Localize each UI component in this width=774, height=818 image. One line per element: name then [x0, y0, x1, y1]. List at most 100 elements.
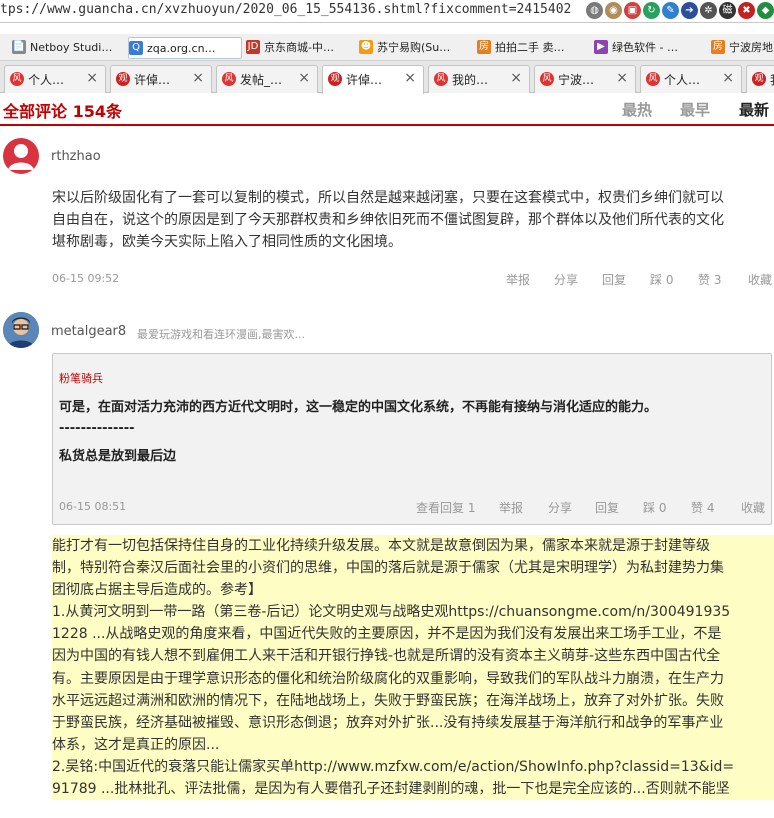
comment-line: 堪称剧毒，欧美今天实际上陷入了相同性质的文化困境。	[52, 234, 402, 250]
upvote-link[interactable]: 赞 4	[691, 499, 714, 516]
close-tab-icon[interactable]: ×	[298, 70, 310, 86]
magnet-label[interactable]: 磁	[719, 2, 736, 19]
bookmark-favicon-icon: ☻	[359, 40, 373, 54]
share-link[interactable]: 分享	[554, 271, 578, 288]
comments-title: 全部评论 154条	[3, 102, 122, 121]
bookmark-label: 京东商城-中…	[264, 41, 334, 54]
browser-tab[interactable]: 风个人… ×	[640, 65, 742, 93]
close-tab-icon[interactable]: ×	[510, 70, 522, 86]
sort-new-tab[interactable]: 最新	[739, 99, 769, 120]
favorite-link[interactable]: 收藏	[748, 271, 772, 288]
tab-label: 个人…	[28, 73, 65, 87]
comment-body: 宋以后阶级固化有了一套可以复制的模式，所以自然是越来越闭塞，只要在这套模式中，权…	[52, 187, 724, 253]
comment-line: 有。主要原因是由于理学意识形态的僵化和统治阶级腐化的双重影响，导致我们的军队战斗…	[52, 670, 724, 687]
gear-icon[interactable]: ✲	[700, 2, 717, 19]
comment-line: 体系，这才是真正的原因...	[52, 736, 220, 753]
avatar[interactable]	[3, 138, 39, 174]
forward-icon[interactable]: ➔	[681, 2, 698, 19]
tab-label: 许倬…	[346, 73, 383, 87]
app-icon[interactable]: ▣	[624, 2, 641, 19]
comment-username[interactable]: metalgear8	[51, 324, 126, 339]
address-bar[interactable]: tps://www.guancha.cn/xvzhuoyun/2020_06_1…	[0, 0, 774, 23]
comment-line: 91789 ...批林批孔、评法批儒，是因为有人要借孔子还封建剥削的魂，批一下也…	[52, 781, 730, 798]
tab-favicon-icon: 风	[434, 72, 448, 86]
tab-label: 我的…	[452, 73, 489, 87]
browser-tab[interactable]: 观许倬… ×	[322, 65, 424, 94]
browser-tab[interactable]: 风个人… ×	[4, 65, 106, 93]
tab-favicon-icon: 观	[328, 72, 342, 86]
share-icon[interactable]: ✎	[662, 2, 679, 19]
close-tab-icon[interactable]: ×	[616, 70, 628, 86]
comment-line: 1.从黄河文明到一带一路（第三卷-后记）论文明史观与战略史观https://ch…	[52, 604, 731, 621]
bookmark-item[interactable]: ▶ 绿色软件 - …	[594, 37, 706, 57]
avatar[interactable]	[3, 312, 39, 348]
tab-favicon-icon: 观	[752, 72, 766, 86]
close-tab-icon[interactable]: ×	[86, 70, 98, 86]
tab-favicon-icon: 风	[10, 72, 24, 86]
sort-hot-tab[interactable]: 最热	[622, 99, 652, 120]
comment-line: 1228 ...从战略史观的角度来看，中国近代失败的主要原因，并不是因为我们没有…	[52, 626, 722, 643]
upvote-link[interactable]: 赞 3	[698, 271, 721, 288]
tab-label: 宁波…	[558, 73, 595, 87]
tab-label: 个人…	[664, 73, 701, 87]
profile-icon[interactable]: ◉	[605, 2, 622, 19]
browser-tab[interactable]: 风宁波… ×	[534, 65, 636, 93]
bookmark-favicon-icon: 📄	[12, 40, 26, 54]
comment-line: 因为中国的有钱人想不到雇佣工人来干活和开银行挣钱-也就是所谓的没有资本主义萌芽-…	[52, 648, 721, 665]
bookmark-item[interactable]: 房拍拍二手 卖…	[477, 37, 589, 57]
quote-line: 可是，在面对活力充沛的西方近代文明时，这一稳定的中国文化系统，不再能有接纳与消化…	[59, 400, 658, 415]
bookmark-favicon-icon: Q	[129, 41, 143, 55]
bookmark-favicon-icon: 房	[477, 40, 491, 54]
close-tab-icon[interactable]: ×	[722, 70, 734, 86]
bookmark-item[interactable]: Qzqa.org.cn…	[128, 37, 242, 59]
browser-tab[interactable]: 观我	[746, 65, 774, 93]
stop-icon[interactable]: ✖	[738, 2, 755, 19]
bookmark-favicon-icon: ▶	[594, 40, 608, 54]
browser-tab[interactable]: 风发帖_… ×	[216, 65, 318, 93]
url-text[interactable]: tps://www.guancha.cn/xvzhuoyun/2020_06_1…	[0, 2, 592, 17]
comment-line: 水平远远超过满洲和欧洲的情况下，在陆地战场上，失败于野蛮民族；在海洋战场上，放弃…	[52, 692, 724, 709]
favorite-link[interactable]: 收藏	[741, 499, 765, 516]
bookmarks-bar: 📄 Netboy Studi… Qzqa.org.cn… JD 京东商城-中… ☻ 苏宁易购…	[0, 34, 774, 61]
extension-icon[interactable]: ◆	[757, 2, 774, 19]
bookmark-label: zqa.org.cn…	[147, 41, 216, 55]
bookmark-label: 拍拍二手 卖…	[495, 41, 565, 54]
sort-early-tab[interactable]: 最早	[680, 99, 710, 120]
browser-tab[interactable]: 观许倬… ×	[110, 65, 212, 93]
tab-favicon-icon: 风	[222, 72, 236, 86]
bookmark-item[interactable]: JD 京东商城-中…	[246, 37, 354, 57]
quote-time: 06-15 08:51	[59, 500, 127, 513]
reply-link[interactable]: 回复	[602, 271, 626, 288]
bookmark-favicon-icon: 房	[711, 40, 725, 54]
comment-line: 自由自在，说这个的原因是到了今天那群权贵和乡绅依旧死而不僵试图复辟，那个群体以及…	[52, 212, 724, 228]
bookmark-item[interactable]: 房宁波房地	[711, 37, 774, 57]
bookmark-item[interactable]: 📄 Netboy Studi…	[12, 37, 124, 57]
tab-favicon-icon: 风	[646, 72, 660, 86]
view-replies-link[interactable]: 查看回复 1	[416, 499, 475, 516]
user-avatar-icon	[8, 144, 34, 170]
report-link[interactable]: 举报	[499, 499, 523, 516]
reply-link[interactable]: 回复	[595, 499, 619, 516]
share-link[interactable]: 分享	[548, 499, 572, 516]
quote-divider: --------------	[59, 421, 135, 436]
report-link[interactable]: 举报	[506, 271, 530, 288]
bookmark-label: 苏宁易购(Su…	[377, 41, 451, 54]
downvote-link[interactable]: 踩 0	[650, 271, 673, 288]
sync-icon[interactable]: ↻	[643, 2, 660, 19]
comments-header: 全部评论 154条 最热 最早 最新	[0, 96, 774, 126]
globe-icon[interactable]: ◍	[586, 2, 603, 19]
quote-line: 私货总是放到最后边	[59, 449, 177, 464]
browser-tab[interactable]: 风我的… ×	[428, 65, 530, 93]
downvote-link[interactable]: 踩 0	[643, 499, 666, 516]
quote-author[interactable]: 粉笔骑兵	[59, 370, 103, 386]
close-tab-icon[interactable]: ×	[192, 70, 204, 86]
close-tab-icon[interactable]: ×	[404, 70, 416, 86]
tab-label: 许倬…	[134, 73, 171, 87]
tab-label: 我	[770, 71, 774, 88]
quoted-comment: 粉笔骑兵 可是，在面对活力充沛的西方近代文明时，这一稳定的中国文化系统，不再能有…	[52, 353, 772, 525]
bookmark-item[interactable]: ☻ 苏宁易购(Su…	[359, 37, 472, 57]
comment-line: 团彻底占据主导后造成的。参考】	[52, 582, 262, 599]
tab-label: 发帖_…	[240, 73, 283, 87]
comment-username[interactable]: rthzhao	[51, 149, 101, 164]
bookmark-label: Netboy Studi…	[30, 40, 113, 54]
